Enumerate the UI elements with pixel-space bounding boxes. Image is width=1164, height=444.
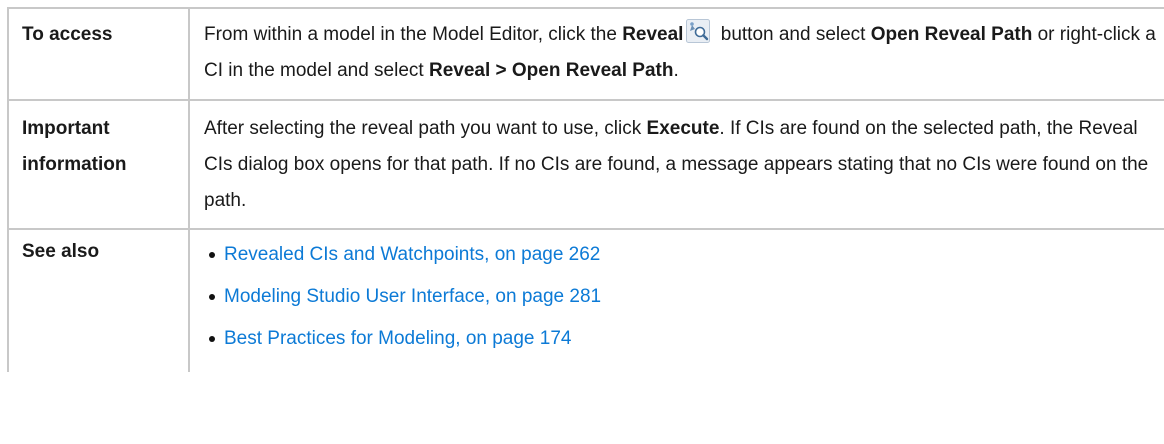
access-text-4: . — [673, 60, 679, 81]
list-item: Modeling Studio User Interface, on page … — [204, 276, 1164, 318]
list-item: Best Practices for Modeling, on page 174 — [204, 318, 1164, 360]
bullet-icon — [209, 294, 215, 300]
label-to-access-text: To access — [22, 24, 113, 45]
label-to-access: To access — [7, 7, 190, 101]
link-modeling-studio-ui[interactable]: Modeling Studio User Interface, on page … — [224, 286, 601, 307]
info-table: To access From within a model in the Mod… — [7, 7, 1164, 372]
link-best-practices-modeling[interactable]: Best Practices for Modeling, on page 174 — [224, 328, 571, 349]
access-text-2: button and select — [715, 24, 871, 45]
label-important-line2: information — [22, 154, 127, 175]
access-bold-reveal: Reveal — [622, 24, 684, 45]
important-bold-execute: Execute — [646, 118, 720, 139]
row-to-access: To access From within a model in the Mod… — [7, 7, 1164, 101]
access-bold-menu-path: Reveal > Open Reveal Path — [428, 60, 674, 81]
label-see-also-text: See also — [22, 241, 100, 262]
row-important-information: Important information After selecting th… — [7, 99, 1164, 230]
see-also-list-cell: Revealed CIs and Watchpoints, on page 26… — [188, 228, 1164, 372]
reveal-magnifier-icon — [686, 19, 711, 43]
bullet-icon — [209, 336, 215, 342]
access-text-1: From within a model in the Model Editor,… — [204, 24, 623, 45]
access-description: From within a model in the Model Editor,… — [188, 7, 1164, 101]
label-see-also: See also — [7, 228, 190, 372]
label-important-line1: Important — [22, 118, 110, 139]
important-description: After selecting the reveal path you want… — [188, 99, 1164, 230]
access-bold-open: Open — [870, 24, 920, 45]
bullet-icon — [209, 252, 215, 258]
see-also-link-list: Revealed CIs and Watchpoints, on page 26… — [204, 234, 1164, 360]
link-revealed-cis-watchpoints[interactable]: Revealed CIs and Watchpoints, on page 26… — [224, 244, 600, 265]
important-text-1: After selecting the reveal path you want… — [204, 118, 647, 139]
row-see-also: See also Revealed CIs and Watchpoints, o… — [7, 228, 1164, 372]
access-bold-reveal-path: Reveal Path — [924, 24, 1033, 45]
list-item: Revealed CIs and Watchpoints, on page 26… — [204, 234, 1164, 276]
label-important-information: Important information — [7, 99, 190, 230]
